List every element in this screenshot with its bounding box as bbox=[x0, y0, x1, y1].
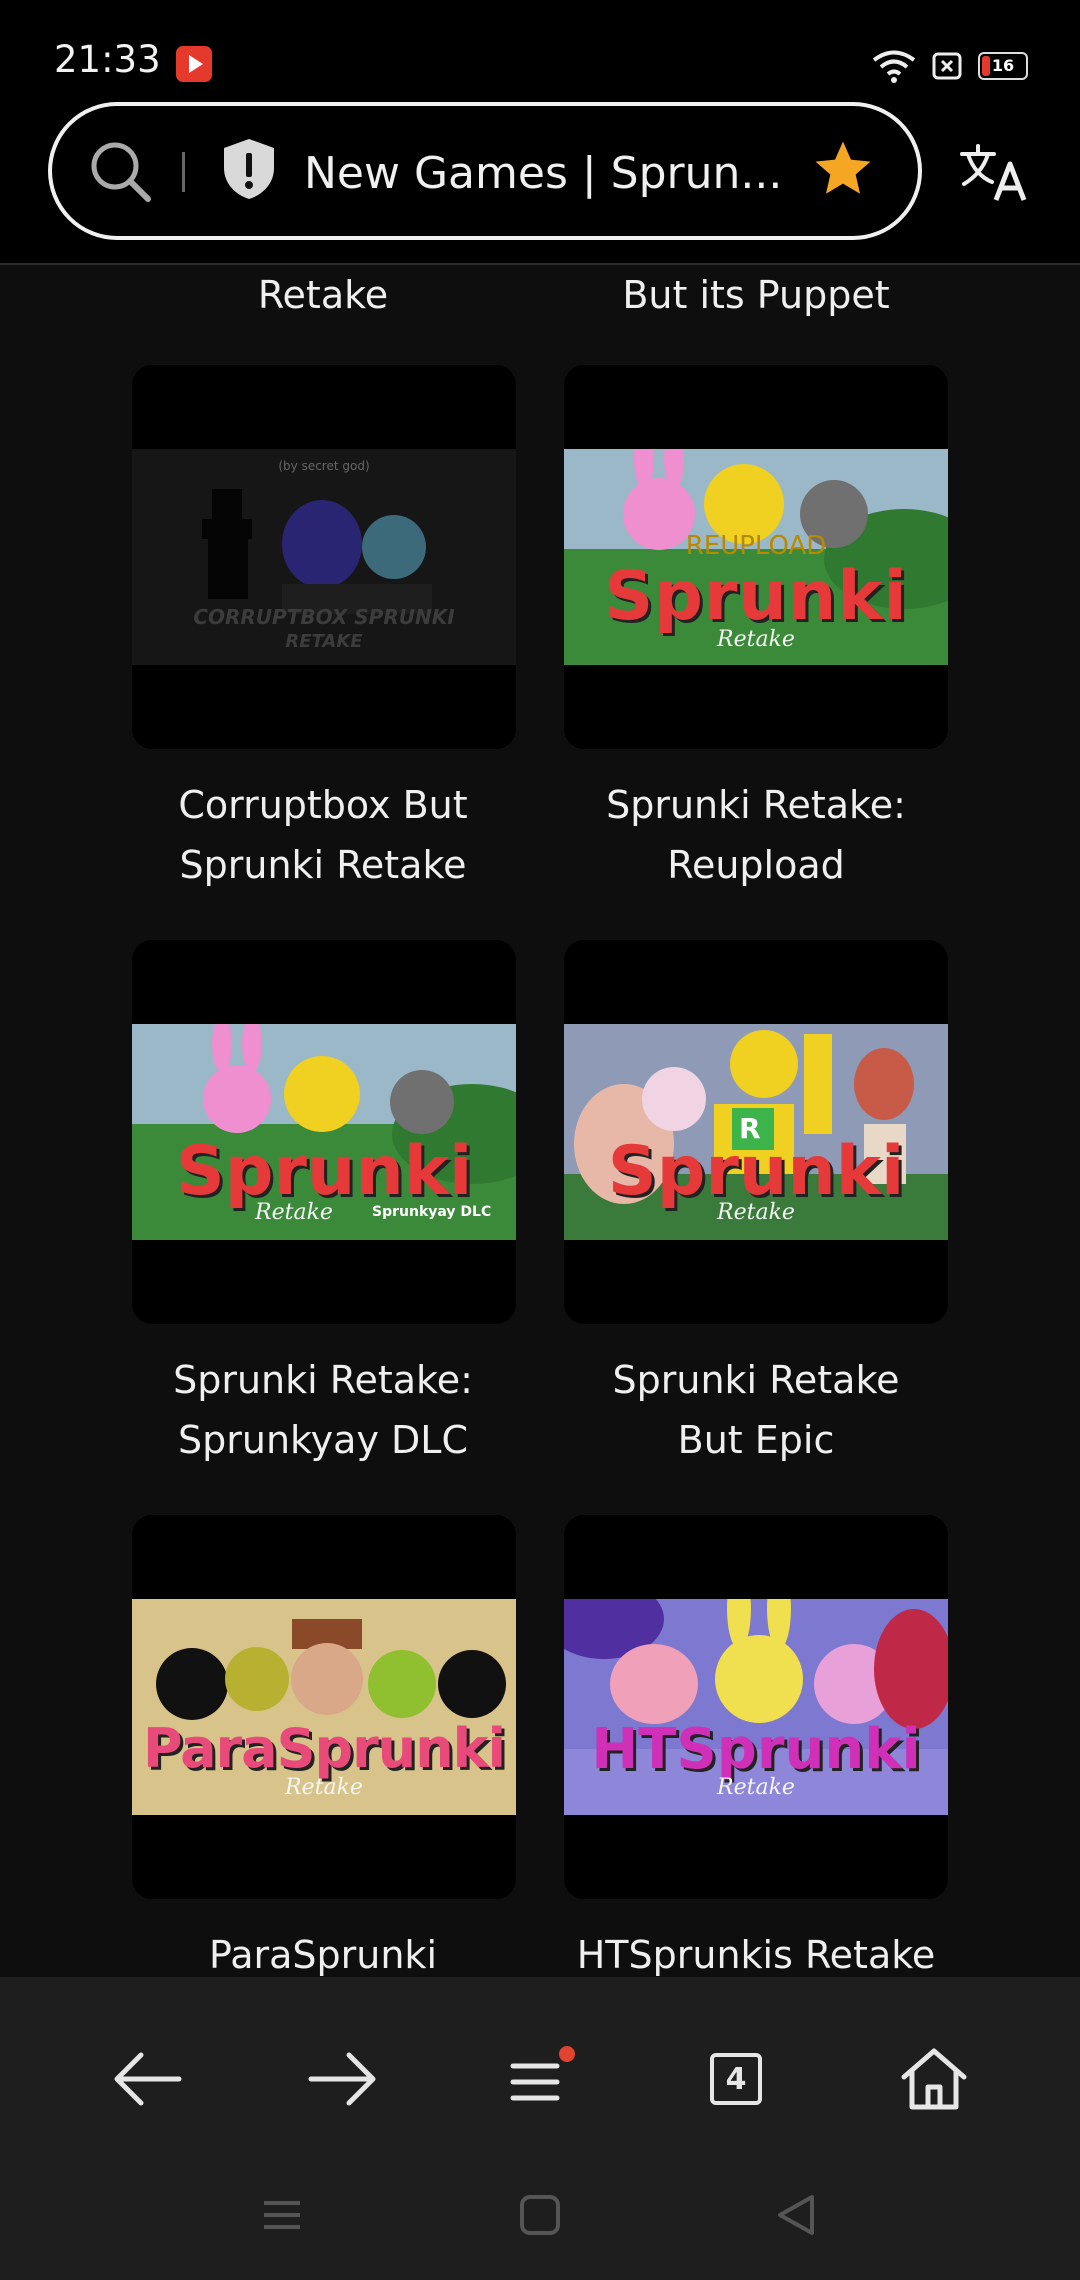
status-time: 21:33 bbox=[54, 38, 161, 81]
battery-icon: 16 bbox=[978, 52, 1028, 80]
wifi-icon bbox=[872, 50, 916, 83]
address-bar[interactable]: New Games | Sprun... bbox=[48, 102, 922, 240]
thumbnail-logo-subtext: Retake bbox=[717, 627, 795, 652]
shield-warning-icon[interactable] bbox=[220, 136, 278, 202]
battery-fill bbox=[982, 56, 990, 76]
thumbnail-logo-subtext: Retake bbox=[717, 1200, 795, 1225]
menu-button[interactable] bbox=[489, 2029, 589, 2129]
game-title-line: Sprunki Retake: bbox=[173, 1358, 473, 1402]
thumbnail-logo-text: CORRUPTBOX SPRUNKI bbox=[193, 605, 455, 629]
thumbnail-logo-text: ParaSprunki bbox=[142, 1717, 506, 1780]
game-title[interactable]: ParaSprunki bbox=[103, 1925, 543, 1977]
address-divider bbox=[182, 152, 185, 192]
game-title-line: Sprunki Retake bbox=[179, 843, 467, 887]
game-thumbnail[interactable]: HTSprunki Retake bbox=[564, 1599, 948, 1815]
forward-button[interactable] bbox=[293, 2029, 393, 2129]
game-title[interactable]: Sprunki Retake But Epic bbox=[536, 1350, 976, 1470]
game-card[interactable]: HTSprunki Retake bbox=[564, 1515, 948, 1899]
tab-count: 4 bbox=[710, 2053, 762, 2105]
game-title-line: HTSprunkis Retake bbox=[576, 1933, 936, 1977]
thumbnail-logo-text: Sprunki bbox=[604, 557, 908, 636]
square-home-icon bbox=[520, 2195, 560, 2235]
game-title[interactable]: Sprunki Retake: Sprunkyay DLC bbox=[103, 1350, 543, 1470]
game-thumbnail[interactable]: Sprunki Retake Sprunkyay DLC bbox=[132, 1024, 516, 1240]
game-title[interactable]: Corruptbox But Sprunki Retake bbox=[103, 775, 543, 895]
game-title-line: But Epic bbox=[677, 1418, 835, 1462]
game-card[interactable]: Sprunki Retake Sprunkyay DLC bbox=[132, 940, 516, 1324]
game-card[interactable]: R Sprunki Retake bbox=[564, 940, 948, 1324]
game-thumbnail[interactable]: ParaSprunki Retake bbox=[132, 1599, 516, 1815]
game-card[interactable]: ParaSprunki Retake bbox=[132, 1515, 516, 1899]
thumbnail-logo-text: HTSprunki bbox=[591, 1717, 921, 1782]
game-title-line: Sprunki Retake: bbox=[606, 783, 906, 827]
thumbnail-caption: (by secret god) bbox=[278, 459, 370, 473]
recents-button[interactable] bbox=[252, 2185, 312, 2245]
notification-dot bbox=[559, 2046, 575, 2062]
game-title[interactable]: HTSprunkis Retake bbox=[536, 1925, 976, 1977]
forward-arrow-icon bbox=[308, 2052, 376, 2106]
sim-card-icon bbox=[932, 52, 962, 80]
game-thumbnail[interactable]: R Sprunki Retake bbox=[564, 1024, 948, 1240]
home-icon bbox=[901, 2048, 967, 2110]
thumbnail-logo-subtext: Retake bbox=[285, 1775, 363, 1800]
thumbnail-logo-subtext: RETAKE bbox=[285, 631, 363, 652]
thumbnail-dlc-label: Sprunkyay DLC bbox=[372, 1204, 492, 1220]
search-icon[interactable] bbox=[88, 139, 154, 205]
page-title[interactable]: New Games | Sprun... bbox=[304, 148, 782, 199]
back-button[interactable] bbox=[97, 2029, 197, 2129]
game-title-line: Reupload bbox=[667, 843, 845, 887]
game-title-line: ParaSprunki bbox=[209, 1933, 437, 1977]
game-card[interactable]: REUPLOAD Sprunki Retake bbox=[564, 365, 948, 749]
home-button[interactable] bbox=[884, 2029, 984, 2129]
battery-level: 16 bbox=[991, 56, 1015, 75]
back-system-button[interactable] bbox=[766, 2185, 826, 2245]
game-title[interactable]: Sprunki Retake: Reupload bbox=[536, 775, 976, 895]
recents-icon bbox=[264, 2201, 300, 2229]
game-thumbnail[interactable]: (by secret god) CORRUPTBOX SPRUNKI RETAK… bbox=[132, 449, 516, 665]
home-system-button[interactable] bbox=[510, 2185, 570, 2245]
triangle-back-icon bbox=[778, 2195, 814, 2235]
game-title-line: Corruptbox But bbox=[178, 783, 468, 827]
youtube-notification-icon bbox=[176, 46, 212, 82]
tabs-button[interactable]: 4 bbox=[686, 2029, 786, 2129]
translate-icon[interactable] bbox=[958, 142, 1030, 204]
games-grid: Retake But its Puppet (by secret god) CO… bbox=[0, 265, 1080, 1977]
browser-toolbar: New Games | Sprun... bbox=[0, 100, 1080, 265]
status-icons: 16 bbox=[872, 46, 1028, 86]
bookmark-star-icon[interactable] bbox=[810, 136, 876, 202]
game-title-line: Sprunki Retake bbox=[612, 1358, 900, 1402]
game-title-partial[interactable]: Retake bbox=[103, 265, 543, 325]
status-bar: 21:33 16 bbox=[0, 0, 1080, 100]
back-arrow-icon bbox=[114, 2052, 182, 2106]
thumbnail-logo-subtext: Retake bbox=[717, 1775, 795, 1800]
game-title-partial[interactable]: But its Puppet bbox=[536, 265, 976, 325]
game-thumbnail[interactable]: REUPLOAD Sprunki Retake bbox=[564, 449, 948, 665]
menu-icon bbox=[510, 2046, 575, 2101]
game-card[interactable]: (by secret god) CORRUPTBOX SPRUNKI RETAK… bbox=[132, 365, 516, 749]
game-title-line: Sprunkyay DLC bbox=[178, 1418, 468, 1462]
